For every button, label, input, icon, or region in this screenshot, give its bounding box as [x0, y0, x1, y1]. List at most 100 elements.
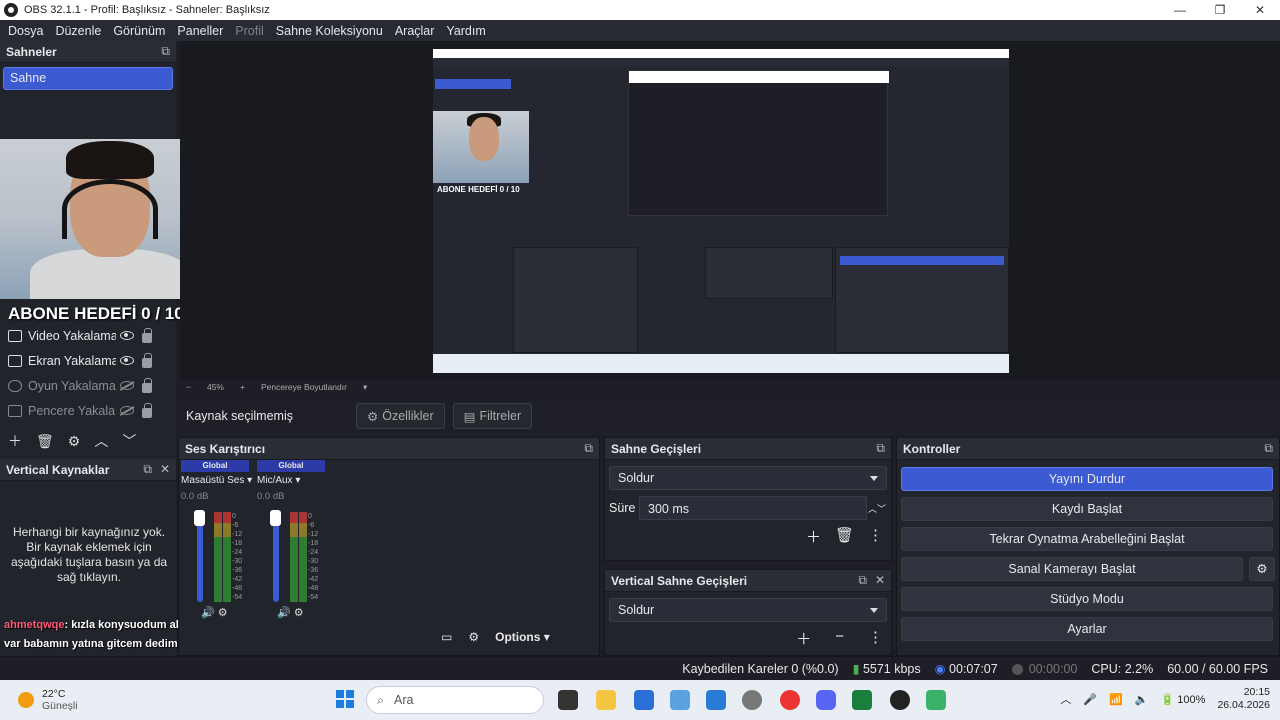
- lock-icon[interactable]: [142, 402, 152, 418]
- close-button[interactable]: ✕: [1240, 0, 1280, 20]
- nested-controls: [835, 247, 1009, 353]
- trash-icon[interactable]: 🗑: [36, 433, 54, 450]
- fader-knob[interactable]: [194, 510, 205, 526]
- fader-knob[interactable]: [270, 510, 281, 526]
- discord-icon[interactable]: [816, 690, 836, 710]
- zoom-in-button[interactable]: +: [240, 382, 245, 392]
- nested-webcam: [433, 111, 529, 183]
- eye-off-icon[interactable]: [120, 381, 134, 390]
- eye-icon[interactable]: [120, 356, 134, 365]
- gear-icon[interactable]: ⚙: [68, 433, 81, 450]
- eye-icon[interactable]: [120, 331, 134, 340]
- lock-icon[interactable]: [142, 327, 152, 343]
- speaker-icon[interactable]: 🔊 ⚙: [277, 606, 304, 619]
- windows-start-icon[interactable]: [336, 690, 354, 708]
- menu-dosya[interactable]: Dosya: [2, 24, 49, 38]
- lock-icon[interactable]: [142, 352, 152, 368]
- layout-icon[interactable]: ▭: [441, 630, 452, 644]
- menu-sahne-koleksiyonu[interactable]: Sahne Koleksiyonu: [270, 24, 389, 38]
- level-meter: [299, 512, 307, 602]
- source-item-video[interactable]: Video Yakalama A: [0, 323, 176, 348]
- filters-button[interactable]: ▤ Filtreler: [452, 403, 533, 429]
- undock-icon[interactable]: ⧉: [1264, 441, 1273, 456]
- weather-widget[interactable]: 22°C Güneşli: [18, 688, 78, 712]
- transition-select[interactable]: Soldur: [609, 466, 887, 490]
- menu-araclar[interactable]: Araçlar: [389, 24, 441, 38]
- fit-to-window[interactable]: Pencereye Boyutlandır: [261, 382, 347, 392]
- properties-button[interactable]: ⚙ Özellikler: [356, 403, 445, 429]
- vtransition-select[interactable]: Soldur: [609, 598, 887, 622]
- duration-stepper[interactable]: ︿﹀: [867, 502, 887, 515]
- undock-icon[interactable]: ⧉: [876, 441, 885, 456]
- xbox-icon[interactable]: [852, 690, 872, 710]
- channel-db: 0.0 dB: [257, 491, 285, 502]
- move-down-icon[interactable]: ﹀: [122, 431, 136, 451]
- undock-icon[interactable]: ⧉: [161, 44, 170, 59]
- virtual-camera-settings-icon[interactable]: ⚙: [1249, 557, 1275, 581]
- menu-profil[interactable]: Profil: [229, 24, 269, 38]
- source-item-window[interactable]: Pencere Yakalam: [0, 398, 176, 423]
- wifi-icon[interactable]: 📶: [1109, 693, 1123, 706]
- studio-mode-button[interactable]: Stüdyo Modu: [901, 587, 1273, 611]
- notepad-icon[interactable]: [926, 690, 946, 710]
- close-icon[interactable]: ✕: [875, 573, 885, 588]
- taskbar-search[interactable]: ⌕ Ara: [366, 686, 544, 714]
- scene-item[interactable]: Sahne: [3, 67, 173, 90]
- settings-button[interactable]: Ayarlar: [901, 617, 1273, 641]
- add-icon[interactable]: ＋: [796, 628, 811, 649]
- more-icon[interactable]: ⋮: [868, 628, 883, 649]
- menu-gorunum[interactable]: Görünüm: [107, 24, 171, 38]
- meter-scale: 0 -6 -12 -18 -24 -30 -36 -42 -48 -54: [308, 513, 319, 601]
- undock-icon[interactable]: ⧉: [584, 441, 593, 456]
- file-explorer-icon[interactable]: [596, 690, 616, 710]
- maximize-button[interactable]: ❐: [1200, 0, 1240, 20]
- start-recording-button[interactable]: Kaydı Başlat: [901, 497, 1273, 521]
- stop-stream-button[interactable]: Yayını Durdur: [901, 467, 1273, 491]
- menu-duzenle[interactable]: Düzenle: [49, 24, 107, 38]
- channel-mic-aux: Global Mic/Aux ▾ 0.0 dB 0 -6 -12 -18 -24 -30-…: [257, 460, 325, 620]
- add-icon[interactable]: ＋: [8, 431, 22, 451]
- meter-scale: 0 -6 -12 -18 -24 -30 -36 -42 -48 -54: [232, 513, 243, 601]
- duration-input[interactable]: 300 ms: [639, 496, 867, 520]
- clock[interactable]: 20:15 26.04.2026: [1217, 686, 1270, 712]
- settings-icon[interactable]: [742, 690, 762, 710]
- start-replay-buffer-button[interactable]: Tekrar Oynatma Arabelleğini Başlat: [901, 527, 1273, 551]
- start-virtual-camera-button[interactable]: Sanal Kamerayı Başlat: [901, 557, 1243, 581]
- minimize-button[interactable]: —: [1160, 0, 1200, 20]
- more-icon[interactable]: ⋮: [868, 526, 883, 547]
- nested-transitions: [705, 247, 833, 299]
- battery-icon[interactable]: 🔋: [1161, 694, 1175, 706]
- move-up-icon[interactable]: ︿: [94, 431, 108, 451]
- source-item-screen[interactable]: Ekran Yakalama: [0, 348, 176, 373]
- opera-icon[interactable]: [780, 690, 800, 710]
- trash-icon[interactable]: 🗑: [835, 526, 854, 547]
- photos-icon[interactable]: [670, 690, 690, 710]
- eye-off-icon[interactable]: [120, 406, 134, 415]
- empty-sources-message: Herhangi bir kaynağınız yok. Bir kaynak …: [10, 525, 168, 584]
- menu-paneller[interactable]: Paneller: [171, 24, 229, 38]
- chevron-down-icon[interactable]: ▾: [247, 475, 252, 486]
- speaker-icon[interactable]: 🔊 ⚙: [201, 606, 228, 619]
- volume-icon[interactable]: 🔈: [1135, 693, 1149, 706]
- undock-icon[interactable]: ⧉: [143, 462, 152, 477]
- advanced-audio-icon[interactable]: ⚙: [468, 630, 479, 644]
- options-button[interactable]: Options ▾: [495, 630, 550, 644]
- dropped-frames: Kaybedilen Kareler 0 (%0.0): [682, 661, 839, 676]
- remove-icon[interactable]: −: [835, 628, 844, 649]
- gear-icon: ⚙: [367, 409, 379, 424]
- obs-taskbar-icon[interactable]: [890, 690, 910, 710]
- source-item-game[interactable]: Oyun Yakalama: [0, 373, 176, 398]
- chevron-up-icon[interactable]: ︿: [1060, 691, 1071, 707]
- task-view-icon[interactable]: [558, 690, 578, 710]
- mail-icon[interactable]: [706, 690, 726, 710]
- microphone-icon[interactable]: 🎤: [1083, 693, 1097, 706]
- zoom-out-button[interactable]: −: [186, 382, 191, 392]
- undock-icon[interactable]: ⧉: [858, 573, 867, 588]
- store-icon[interactable]: [634, 690, 654, 710]
- add-icon[interactable]: ＋: [806, 526, 821, 547]
- lock-icon[interactable]: [142, 377, 152, 393]
- chevron-down-icon[interactable]: ▾: [363, 382, 367, 393]
- menu-yardim[interactable]: Yardım: [440, 24, 491, 38]
- chevron-down-icon[interactable]: ▾: [295, 475, 300, 486]
- close-icon[interactable]: ✕: [160, 462, 170, 477]
